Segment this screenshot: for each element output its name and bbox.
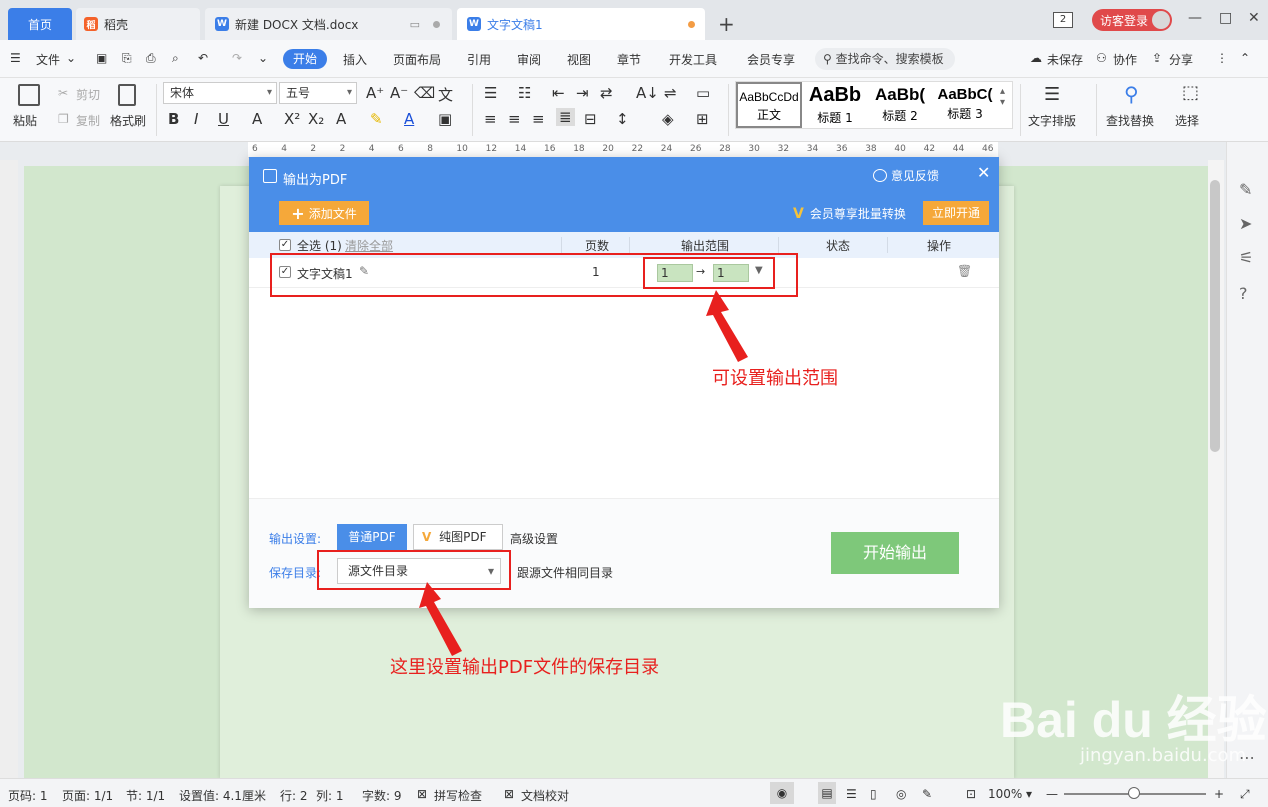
proofread-button[interactable]: 文档校对 — [521, 787, 569, 804]
status-page-number: 页码: 1 — [8, 789, 48, 803]
status-col: 列: 1 — [316, 789, 344, 803]
annotation-range-text: 可设置输出范围 — [712, 368, 838, 389]
zoom-slider-handle[interactable] — [1128, 787, 1140, 799]
status-word-count[interactable]: 字数: 9 — [362, 787, 402, 804]
spellcheck-button[interactable]: 拼写检查 — [434, 787, 482, 804]
read-view-icon[interactable]: ▯ — [870, 787, 877, 801]
baidu-watermark-url: jingyan.baidu.com — [1080, 745, 1247, 766]
status-pages: 页面: 1/1 — [62, 789, 114, 803]
zoom-in-button[interactable]: + — [1214, 787, 1224, 801]
status-row: 行: 2 — [280, 789, 308, 803]
annotation-save-dir-text: 这里设置输出PDF文件的保存目录 — [390, 657, 660, 678]
baidu-watermark-logo: Bai du 经验 — [1000, 692, 1267, 748]
fullscreen-icon[interactable]: ⤢ — [1240, 787, 1250, 802]
zoom-out-button[interactable]: — — [1046, 787, 1058, 801]
outline-view-icon[interactable]: ☰ — [846, 787, 857, 801]
status-setting: 设置值: 4.1厘米 — [179, 789, 266, 803]
chevron-down-icon[interactable]: ▾ — [1026, 787, 1032, 801]
web-view-icon[interactable]: ◎ — [896, 787, 906, 801]
arrow-save-dir — [419, 582, 462, 656]
arrow-range — [706, 290, 748, 362]
spellcheck-icon: ⊠ — [417, 787, 428, 801]
fit-page-icon[interactable]: ⊡ — [966, 787, 976, 801]
status-section: 节: 1/1 — [126, 789, 166, 803]
eye-protection-icon[interactable]: ◉ — [770, 782, 794, 804]
page-view-icon[interactable]: ▤ — [818, 782, 836, 804]
proofread-icon: ⊠ — [504, 787, 515, 801]
status-bar: 页码: 1 页面: 1/1 节: 1/1 设置值: 4.1厘米 行: 2 列: … — [0, 778, 1268, 807]
write-mode-icon[interactable]: ✎ — [922, 787, 932, 801]
zoom-level[interactable]: 100% — [988, 787, 1022, 801]
